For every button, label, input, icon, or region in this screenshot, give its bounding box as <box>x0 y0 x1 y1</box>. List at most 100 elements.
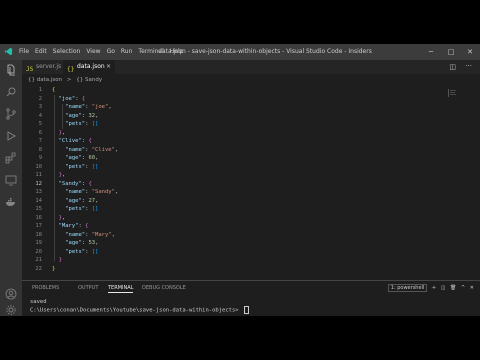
line-number: 15 <box>35 206 42 212</box>
remote-explorer-icon[interactable] <box>5 174 17 186</box>
line-number-current: 12 <box>35 180 42 187</box>
line-number: 5 <box>38 121 42 127</box>
settings-gear-icon[interactable] <box>5 304 17 316</box>
json-key: "age" <box>65 197 82 204</box>
trash-icon[interactable]: 🗑 <box>450 285 456 291</box>
json-key: "pets" <box>65 206 86 212</box>
code-line: "name": "Sandy", <box>65 189 119 195</box>
json-string: "Sandy" <box>91 189 115 195</box>
search-icon[interactable] <box>5 86 17 98</box>
activity-bar <box>0 60 22 316</box>
more-actions-icon[interactable]: ··· <box>465 62 472 70</box>
terminal-output[interactable]: saved C:\Users\conan\Documents\Youtube\sa… <box>30 299 249 315</box>
new-terminal-icon[interactable]: + <box>432 285 436 291</box>
explorer-icon[interactable] <box>5 64 17 76</box>
code-line: { <box>52 87 56 93</box>
breadcrumb-symbol[interactable]: {} Sandy <box>76 77 102 83</box>
code-line: }, <box>58 129 66 136</box>
run-debug-icon[interactable] <box>5 130 17 142</box>
tab-output[interactable]: OUTPUT <box>78 284 98 292</box>
line-number: 3 <box>38 104 42 110</box>
code-line-current: "Sandy": { <box>58 180 92 187</box>
maximize-icon[interactable]: □ <box>446 47 456 57</box>
code-line: } <box>58 257 62 263</box>
code-line: }, <box>58 172 66 178</box>
close-window-icon[interactable]: ✕ <box>465 47 475 57</box>
split-terminal-icon[interactable]: ◫ <box>441 285 446 291</box>
tab-label: data.json <box>77 63 105 70</box>
json-key: "age" <box>65 240 82 246</box>
tab-debug-console[interactable]: DEBUG CONSOLE <box>142 284 186 292</box>
vscode-window: File Edit Selection View Go Run Terminal… <box>0 44 480 316</box>
code-line: "name": "joe", <box>65 104 112 110</box>
tab-terminal[interactable]: TERMINAL <box>108 284 134 293</box>
menu-edit[interactable]: Edit <box>35 48 47 56</box>
tab-label: server.js <box>36 63 62 70</box>
menu-selection[interactable]: Selection <box>53 48 81 56</box>
json-key: "age" <box>65 112 82 119</box>
code-line: "pets": [] <box>65 163 99 170</box>
json-string: "Mary" <box>91 231 112 238</box>
tab-data-json[interactable]: {} data.json × <box>63 60 115 74</box>
docker-icon[interactable] <box>5 196 17 208</box>
close-panel-icon[interactable]: ✕ <box>470 285 474 291</box>
accounts-icon[interactable] <box>5 288 17 300</box>
line-number: 1 <box>38 87 42 93</box>
code-line: "age": 32, <box>65 112 99 119</box>
panel-actions: 1: powershell + ◫ 🗑 ^ ✕ <box>387 284 474 292</box>
terminal-prompt-line: C:\Users\conan\Documents\Youtube\save-js… <box>30 306 249 315</box>
code-line: "name": "Clive", <box>65 146 119 153</box>
code-line: "age": 60, <box>65 155 99 161</box>
json-key: "Mary" <box>58 223 79 229</box>
code-line: "joe": { <box>58 95 86 102</box>
minimize-icon[interactable]: ─ <box>426 47 436 57</box>
json-string: "joe" <box>91 104 109 110</box>
tab-server-js[interactable]: JS server.js <box>22 60 62 74</box>
json-key: "Sandy" <box>58 180 82 187</box>
terminal-cursor <box>243 306 249 314</box>
json-array: [] <box>91 121 99 127</box>
line-number: 14 <box>35 197 42 204</box>
json-key: "name" <box>65 104 86 110</box>
bottom-panel: PROBLEMS OUTPUT TERMINAL DEBUG CONSOLE 1… <box>22 280 480 316</box>
close-tab-icon[interactable]: × <box>106 60 111 74</box>
line-number: 2 <box>38 95 42 102</box>
line-number: 9 <box>38 155 42 161</box>
line-number: 8 <box>38 146 42 153</box>
line-number: 13 <box>35 189 42 195</box>
menu-go[interactable]: Go <box>107 48 115 56</box>
json-key: "name" <box>65 189 86 195</box>
breadcrumb: {} data.json > {} Sandy <box>28 75 105 85</box>
line-number: 17 <box>35 223 42 229</box>
terminal-select[interactable]: 1: powershell <box>387 284 428 292</box>
chevron-up-icon[interactable]: ^ <box>461 285 465 291</box>
tab-problems[interactable]: PROBLEMS <box>32 284 59 292</box>
menu-view[interactable]: View <box>86 48 100 56</box>
json-key: "pets" <box>65 248 86 255</box>
json-key: "age" <box>65 155 82 161</box>
code-content[interactable]: { "joe": { "name": "joe", "age": 32, "pe… <box>52 85 118 272</box>
breadcrumb-separator: > <box>66 77 72 83</box>
menu-file[interactable]: File <box>19 48 29 56</box>
extensions-icon[interactable] <box>5 152 17 164</box>
menu-run[interactable]: Run <box>121 48 133 56</box>
line-number: 16 <box>35 214 42 221</box>
json-key: "name" <box>65 231 86 238</box>
json-string: "Clive" <box>91 146 115 153</box>
code-line: } <box>52 265 56 272</box>
json-key: "name" <box>65 146 86 153</box>
code-line: "pets": [] <box>65 206 99 212</box>
breadcrumb-file[interactable]: {} data.json <box>28 77 62 83</box>
json-array: [] <box>91 206 99 212</box>
split-editor-icon[interactable]: ◫ <box>449 63 456 71</box>
code-line: "name": "Mary", <box>65 231 115 238</box>
code-line: }, <box>58 214 66 221</box>
minimap[interactable] <box>448 89 460 97</box>
line-number: 19 <box>35 240 42 246</box>
code-line: "Mary": { <box>58 223 89 229</box>
json-array: [] <box>91 248 99 255</box>
json-key: "Clive" <box>58 138 82 144</box>
window-title: data.json - save-json-data-within-object… <box>158 48 372 55</box>
source-control-icon[interactable] <box>5 108 17 120</box>
terminal-prompt: C:\Users\conan\Documents\Youtube\save-js… <box>30 307 242 314</box>
